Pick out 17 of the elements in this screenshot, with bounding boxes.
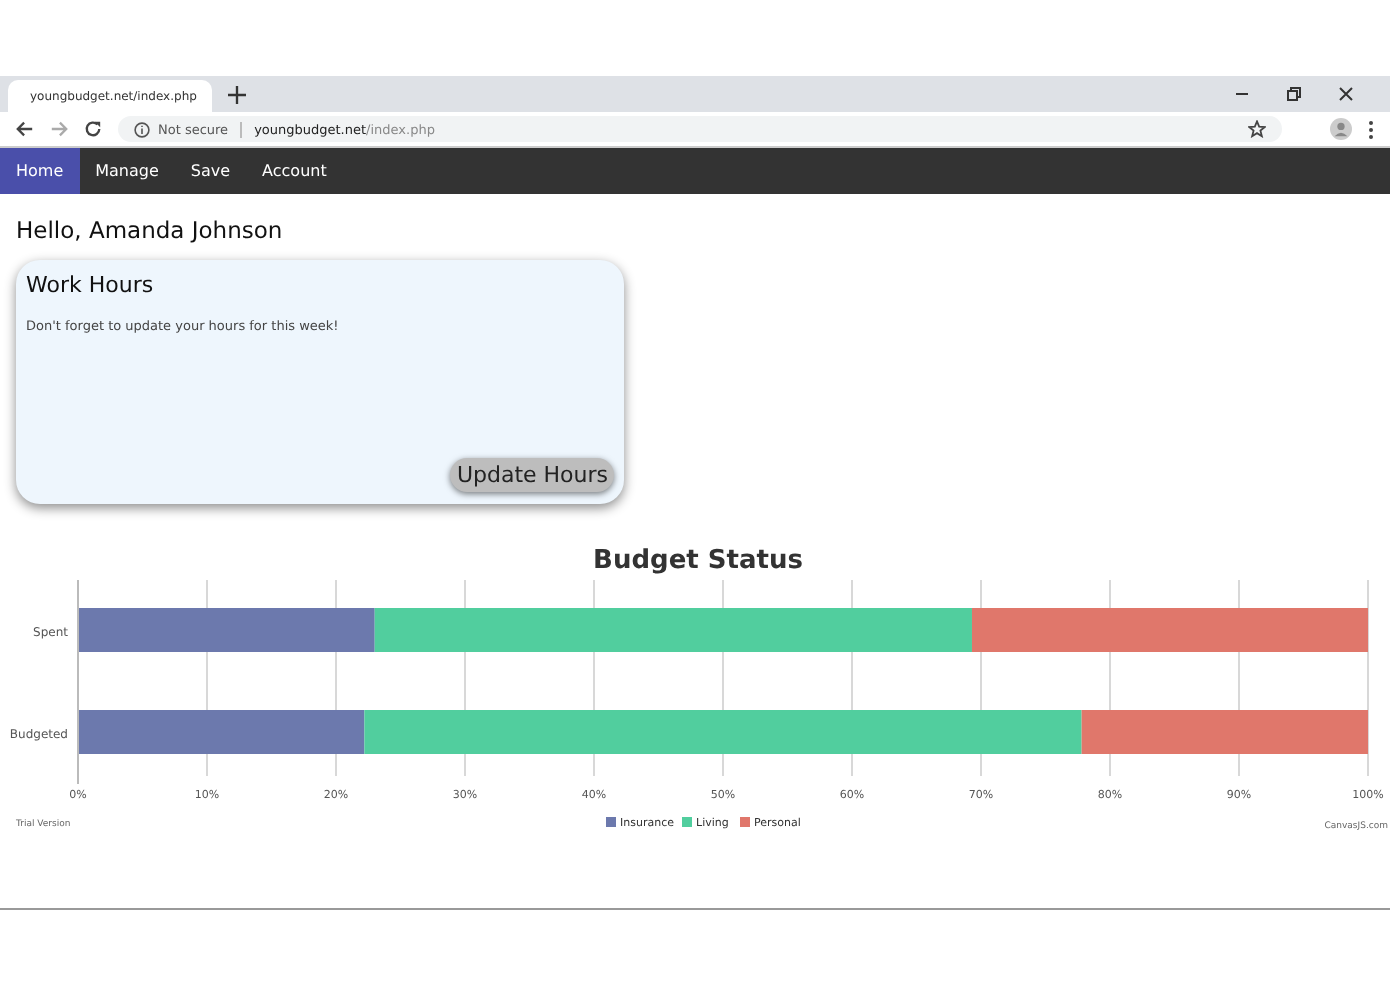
menu-dots-icon[interactable]	[1368, 119, 1374, 139]
star-icon[interactable]	[1248, 120, 1266, 138]
nav-link[interactable]: Manage	[79, 148, 175, 194]
reload-icon[interactable]	[84, 120, 102, 138]
close-icon[interactable]	[1338, 86, 1354, 102]
restore-icon[interactable]	[1286, 86, 1302, 102]
info-icon	[134, 121, 150, 137]
nav-link[interactable]: Home	[0, 148, 80, 194]
nav-link[interactable]: Save	[174, 148, 247, 194]
chart-title: Budget Status	[593, 546, 803, 576]
nav-link[interactable]: Account	[246, 148, 343, 194]
profile-avatar-icon[interactable]	[1330, 118, 1352, 140]
update-hours-button[interactable]: Update Hours	[450, 458, 614, 492]
back-arrow-icon[interactable]	[16, 120, 34, 138]
new-tab-icon[interactable]	[228, 85, 246, 103]
card-title: Work Hours	[26, 272, 156, 298]
greeting: Hello, Amanda Johnson	[16, 216, 285, 244]
